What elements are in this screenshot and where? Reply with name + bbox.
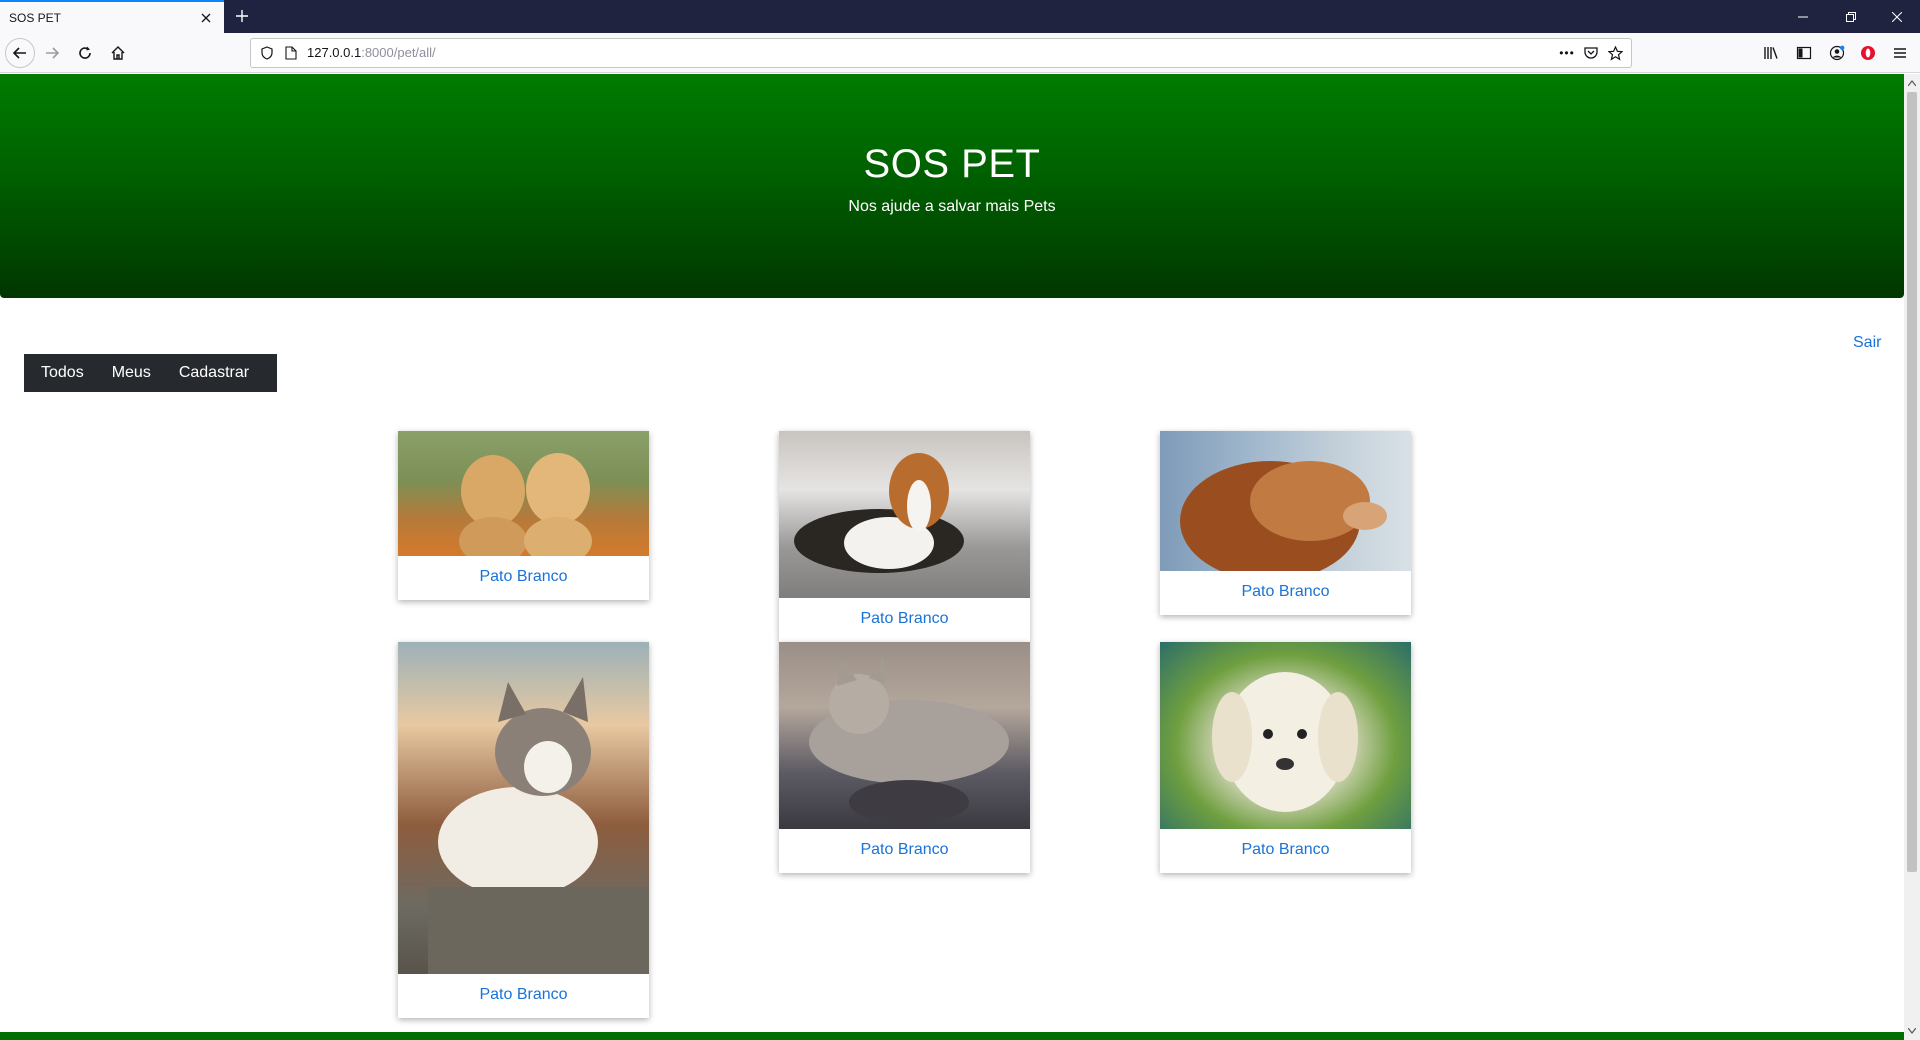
url-text: 127.0.0.1:8000/pet/all/ <box>307 44 436 62</box>
pet-card[interactable]: Pato Branco <box>1160 642 1411 873</box>
pet-photo[interactable] <box>779 642 1030 829</box>
pet-photo[interactable] <box>1160 431 1411 571</box>
navigation-toolbar: 127.0.0.1:8000/pet/all/ ••• <box>0 33 1920 73</box>
menu-item-cadastrar[interactable]: Cadastrar <box>165 364 263 382</box>
hamburger-menu-icon[interactable] <box>1885 38 1915 68</box>
pet-card[interactable]: Pato Branco <box>779 431 1030 642</box>
pet-photo[interactable] <box>1160 642 1411 829</box>
page-title: SOS PET <box>863 142 1041 186</box>
pet-card-city-link[interactable]: Pato Branco <box>1160 829 1411 873</box>
pet-photo[interactable] <box>398 431 649 556</box>
address-bar[interactable]: 127.0.0.1:8000/pet/all/ ••• <box>250 38 1632 68</box>
menu-item-todos[interactable]: Todos <box>38 364 98 382</box>
restore-icon[interactable] <box>1828 0 1874 33</box>
tab-strip: SOS PET <box>0 0 1920 33</box>
close-window-icon[interactable] <box>1874 0 1920 33</box>
account-icon[interactable] <box>1822 38 1852 68</box>
url-host: 127.0.0.1 <box>307 45 362 60</box>
pet-card-city-link[interactable]: Pato Branco <box>1160 571 1411 615</box>
hero-banner: SOS PET Nos ajude a salvar mais Pets <box>0 74 1904 298</box>
tab-title: SOS PET <box>9 10 62 25</box>
pet-card[interactable]: Pato Branco <box>1160 431 1411 615</box>
pet-photo[interactable] <box>779 431 1030 598</box>
menu-item-meus[interactable]: Meus <box>98 364 165 382</box>
back-arrow-icon[interactable] <box>5 38 35 68</box>
pocket-icon[interactable] <box>1579 41 1603 65</box>
pet-card-city-link[interactable]: Pato Branco <box>398 556 649 600</box>
main-menu: Todos Meus Cadastrar <box>24 354 278 392</box>
pet-card-city-link[interactable]: Pato Branco <box>779 598 1030 642</box>
pet-card[interactable]: Pato Branco <box>398 431 649 600</box>
page-subtitle: Nos ajude a salvar mais Pets <box>848 198 1056 215</box>
vertical-scrollbar[interactable] <box>1904 74 1920 1040</box>
pet-photo[interactable] <box>398 642 649 974</box>
minimize-icon[interactable] <box>1780 0 1826 33</box>
pet-card-city-link[interactable]: Pato Branco <box>779 829 1030 873</box>
page-viewport: SOS PET Nos ajude a salvar mais Pets Sai… <box>0 74 1904 1040</box>
pet-card[interactable]: Pato Branco <box>398 642 649 1018</box>
page-actions-more-icon[interactable]: ••• <box>1555 41 1579 65</box>
tab-active[interactable]: SOS PET <box>0 0 224 33</box>
footer-bar <box>0 1032 1904 1040</box>
forward-arrow-icon[interactable] <box>37 38 67 68</box>
scroll-up-arrow-icon[interactable] <box>1904 75 1920 91</box>
logout-link[interactable]: Sair <box>1853 334 1881 352</box>
page-info-icon[interactable] <box>279 41 303 65</box>
new-tab-plus-icon[interactable] <box>230 4 254 28</box>
library-icon[interactable] <box>1756 38 1786 68</box>
scrollbar-thumb[interactable] <box>1907 92 1917 872</box>
sidebar-toggle-icon[interactable] <box>1789 38 1819 68</box>
pet-card[interactable]: Pato Branco <box>779 642 1030 873</box>
url-path: :8000/pet/all/ <box>361 45 436 60</box>
reload-icon[interactable] <box>70 38 100 68</box>
bookmark-star-icon[interactable] <box>1603 41 1627 65</box>
opera-extension-icon[interactable] <box>1853 38 1883 68</box>
pet-card-city-link[interactable]: Pato Branco <box>398 974 649 1018</box>
scroll-down-arrow-icon[interactable] <box>1904 1023 1920 1039</box>
home-icon[interactable] <box>103 38 133 68</box>
tab-close-icon[interactable] <box>198 10 214 26</box>
shield-icon[interactable] <box>255 41 279 65</box>
